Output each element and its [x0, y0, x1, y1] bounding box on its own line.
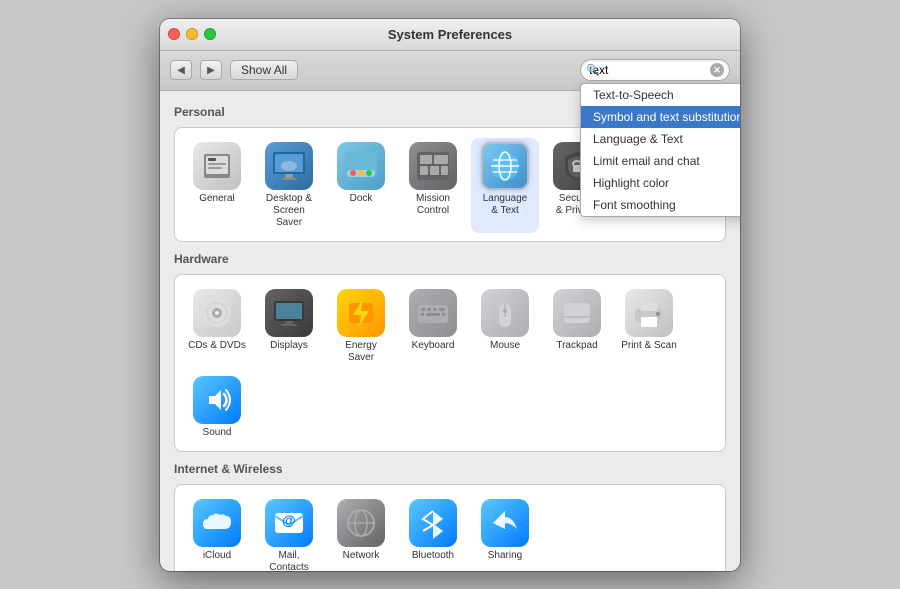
- pref-network[interactable]: Network: [327, 495, 395, 571]
- icloud-label: iCloud: [203, 550, 231, 562]
- mail-label: Mail, Contacts& Calendars: [259, 550, 319, 571]
- search-icon: 🔍: [586, 64, 600, 77]
- general-icon: [193, 142, 241, 190]
- dropdown-item-font-smooth[interactable]: Font smoothing: [581, 194, 740, 216]
- pref-cds[interactable]: CDs & DVDs: [183, 285, 251, 368]
- dock-icon: [337, 142, 385, 190]
- system-preferences-window: System Preferences ◀ ▶ Show All 🔍 ✕ Text…: [160, 19, 740, 571]
- displays-icon: [265, 289, 313, 337]
- displays-label: Displays: [270, 340, 308, 352]
- energy-label: EnergySaver: [345, 340, 377, 364]
- cds-icon: [193, 289, 241, 337]
- pref-icloud[interactable]: iCloud: [183, 495, 251, 571]
- minimize-button[interactable]: [186, 28, 198, 40]
- network-label: Network: [343, 550, 380, 562]
- pref-language[interactable]: Language& Text: [471, 138, 539, 233]
- language-icon: [481, 142, 529, 190]
- pref-mouse[interactable]: Mouse: [471, 285, 539, 368]
- pref-mail[interactable]: @ Mail, Contacts& Calendars: [255, 495, 323, 571]
- sharing-icon: [481, 499, 529, 547]
- keyboard-label: Keyboard: [412, 340, 455, 352]
- close-button[interactable]: [168, 28, 180, 40]
- maximize-button[interactable]: [204, 28, 216, 40]
- hardware-icons-row: CDs & DVDs Displays EnergySaver: [183, 285, 717, 443]
- titlebar: System Preferences: [160, 19, 740, 51]
- keyboard-icon: [409, 289, 457, 337]
- icloud-icon: [193, 499, 241, 547]
- print-label: Print & Scan: [621, 340, 677, 352]
- mission-icon: [409, 142, 457, 190]
- pref-mission[interactable]: MissionControl: [399, 138, 467, 233]
- internet-section-label: Internet & Wireless: [174, 462, 726, 476]
- language-label: Language& Text: [483, 193, 528, 217]
- desktop-label: Desktop &Screen Saver: [259, 193, 319, 229]
- dropdown-item-symbol-text[interactable]: Symbol and text substitution: [581, 106, 740, 128]
- trackpad-label: Trackpad: [556, 340, 597, 352]
- sound-label: Sound: [203, 427, 232, 439]
- search-clear-button[interactable]: ✕: [710, 63, 724, 77]
- pref-bluetooth[interactable]: Bluetooth: [399, 495, 467, 571]
- dropdown-item-limit-email[interactable]: Limit email and chat: [581, 150, 740, 172]
- toolbar: ◀ ▶ Show All 🔍 ✕ Text-to-Speech Symbol a…: [160, 51, 740, 91]
- window-title: System Preferences: [388, 27, 512, 42]
- pref-keyboard[interactable]: Keyboard: [399, 285, 467, 368]
- internet-icons-row: iCloud @ Mail, Contacts& Calendars Netwo…: [183, 495, 717, 571]
- bluetooth-label: Bluetooth: [412, 550, 454, 562]
- pref-displays[interactable]: Displays: [255, 285, 323, 368]
- trackpad-icon: [553, 289, 601, 337]
- traffic-lights: [168, 28, 216, 40]
- pref-trackpad[interactable]: Trackpad: [543, 285, 611, 368]
- general-label: General: [199, 193, 235, 205]
- dock-label: Dock: [350, 193, 373, 205]
- mouse-icon: [481, 289, 529, 337]
- show-all-button[interactable]: Show All: [230, 60, 298, 80]
- hardware-section: CDs & DVDs Displays EnergySaver: [174, 274, 726, 452]
- sharing-label: Sharing: [488, 550, 522, 562]
- search-input[interactable]: [580, 59, 730, 81]
- energy-icon: [337, 289, 385, 337]
- pref-desktop[interactable]: Desktop &Screen Saver: [255, 138, 323, 233]
- svg-text:@: @: [282, 512, 296, 528]
- hardware-section-label: Hardware: [174, 252, 726, 266]
- back-button[interactable]: ◀: [170, 60, 192, 80]
- mail-icon: @: [265, 499, 313, 547]
- dropdown-item-language-text[interactable]: Language & Text: [581, 128, 740, 150]
- mission-label: MissionControl: [416, 193, 450, 217]
- search-dropdown: Text-to-Speech Symbol and text substitut…: [580, 83, 740, 217]
- bluetooth-icon: [409, 499, 457, 547]
- pref-sharing[interactable]: Sharing: [471, 495, 539, 571]
- pref-general[interactable]: General: [183, 138, 251, 233]
- forward-button[interactable]: ▶: [200, 60, 222, 80]
- pref-sound[interactable]: Sound: [183, 372, 251, 443]
- pref-print[interactable]: Print & Scan: [615, 285, 683, 368]
- desktop-icon: [265, 142, 313, 190]
- sound-icon: [193, 376, 241, 424]
- pref-dock[interactable]: Dock: [327, 138, 395, 233]
- internet-section: iCloud @ Mail, Contacts& Calendars Netwo…: [174, 484, 726, 571]
- cds-label: CDs & DVDs: [188, 340, 246, 352]
- network-icon: [337, 499, 385, 547]
- mouse-label: Mouse: [490, 340, 520, 352]
- dropdown-item-highlight[interactable]: Highlight color: [581, 172, 740, 194]
- print-icon: [625, 289, 673, 337]
- pref-energy[interactable]: EnergySaver: [327, 285, 395, 368]
- search-container: 🔍 ✕ Text-to-Speech Symbol and text subst…: [580, 59, 730, 81]
- dropdown-item-text-to-speech[interactable]: Text-to-Speech: [581, 84, 740, 106]
